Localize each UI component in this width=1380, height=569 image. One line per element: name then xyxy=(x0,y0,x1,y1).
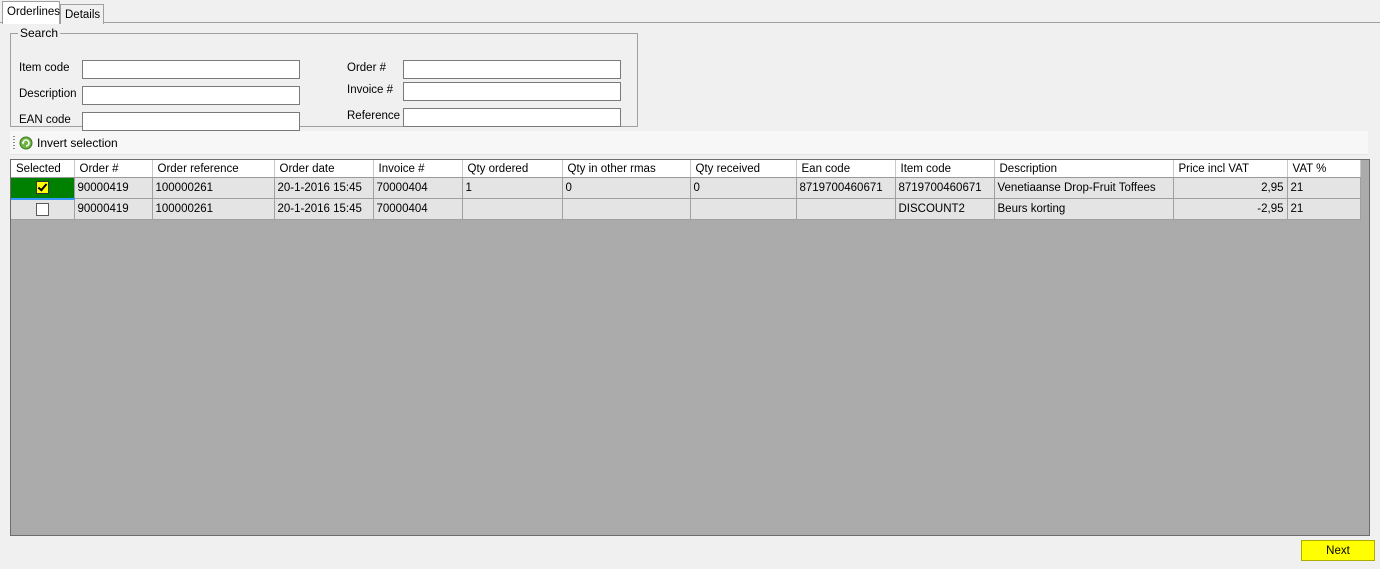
search-group: Search Item code Description EAN code Or… xyxy=(10,26,638,131)
qty-other-rmas-cell[interactable]: 0 xyxy=(562,177,691,199)
invoice-cell[interactable]: 70000404 xyxy=(373,198,463,220)
price-incl-vat-cell[interactable]: -2,95 xyxy=(1173,198,1288,220)
column-header-qty-received[interactable]: Qty received xyxy=(690,160,797,178)
order-number-label: Order # xyxy=(347,62,386,74)
tab-bar: Orderlines Details xyxy=(0,0,1380,24)
toolbar-grip[interactable] xyxy=(13,136,15,150)
description-cell[interactable]: Venetiaanse Drop-Fruit Toffees xyxy=(994,177,1174,199)
column-header-qty-ordered[interactable]: Qty ordered xyxy=(462,160,563,178)
search-legend: Search xyxy=(20,26,59,40)
invoice-number-input[interactable] xyxy=(403,82,621,101)
vat-cell[interactable]: 21 xyxy=(1287,177,1361,199)
invert-selection-icon xyxy=(19,136,33,150)
selected-cell[interactable] xyxy=(11,198,75,220)
order-number-input[interactable] xyxy=(403,60,621,79)
qty-received-cell[interactable] xyxy=(690,198,797,220)
next-button[interactable]: Next xyxy=(1301,540,1375,561)
orderlines-table: Selected Order # Order reference Order d… xyxy=(11,160,1361,220)
order-cell[interactable]: 90000419 xyxy=(74,198,153,220)
order-cell[interactable]: 90000419 xyxy=(74,177,153,199)
column-header-order-reference[interactable]: Order reference xyxy=(152,160,275,178)
column-header-qty-other-rmas[interactable]: Qty in other rmas xyxy=(562,160,691,178)
column-header-order[interactable]: Order # xyxy=(74,160,153,178)
table-header-row: Selected Order # Order reference Order d… xyxy=(11,160,1361,178)
row-checkbox[interactable] xyxy=(35,202,49,216)
tab-orderlines[interactable]: Orderlines xyxy=(2,1,60,24)
order-date-cell[interactable]: 20-1-2016 15:45 xyxy=(274,198,374,220)
invert-selection-label: Invert selection xyxy=(37,136,118,150)
ean-code-label: EAN code xyxy=(19,114,71,126)
item-code-cell[interactable]: 8719700460671 xyxy=(895,177,995,199)
column-header-ean-code[interactable]: Ean code xyxy=(796,160,896,178)
order-date-cell[interactable]: 20-1-2016 15:45 xyxy=(274,177,374,199)
item-code-label: Item code xyxy=(19,62,70,74)
tab-details[interactable]: Details xyxy=(60,4,104,24)
column-header-item-code[interactable]: Item code xyxy=(895,160,995,178)
description-cell[interactable]: Beurs korting xyxy=(994,198,1174,220)
column-header-vat[interactable]: VAT % xyxy=(1287,160,1361,178)
ean-code-input[interactable] xyxy=(82,112,300,131)
item-code-cell[interactable]: DISCOUNT2 xyxy=(895,198,995,220)
selected-cell[interactable] xyxy=(11,177,75,200)
vat-cell[interactable]: 21 xyxy=(1287,198,1361,220)
item-code-input[interactable] xyxy=(82,60,300,79)
ean-code-cell[interactable]: 8719700460671 xyxy=(796,177,896,199)
column-header-price-incl-vat[interactable]: Price incl VAT xyxy=(1173,160,1288,178)
reference-label: Reference xyxy=(347,110,401,122)
price-incl-vat-cell[interactable]: 2,95 xyxy=(1173,177,1288,199)
order-reference-cell[interactable]: 100000261 xyxy=(152,198,275,220)
table-row[interactable]: 90000419 100000261 20-1-2016 15:45 70000… xyxy=(11,198,1361,220)
description-label: Description xyxy=(19,88,77,100)
tab-divider xyxy=(0,22,1380,23)
invert-selection-button[interactable]: Invert selection xyxy=(19,134,118,152)
order-reference-cell[interactable]: 100000261 xyxy=(152,177,275,199)
invoice-number-label: Invoice # xyxy=(347,84,394,96)
qty-ordered-cell[interactable]: 1 xyxy=(462,177,563,199)
column-header-description[interactable]: Description xyxy=(994,160,1174,178)
qty-received-cell[interactable]: 0 xyxy=(690,177,797,199)
reference-input[interactable] xyxy=(403,108,621,127)
description-input[interactable] xyxy=(82,86,300,105)
column-header-invoice[interactable]: Invoice # xyxy=(373,160,463,178)
qty-other-rmas-cell[interactable] xyxy=(562,198,691,220)
orderlines-grid[interactable]: Selected Order # Order reference Order d… xyxy=(10,159,1370,536)
row-checkbox[interactable] xyxy=(35,181,49,195)
toolbar: Invert selection xyxy=(10,131,1368,155)
qty-ordered-cell[interactable] xyxy=(462,198,563,220)
table-row[interactable]: 90000419 100000261 20-1-2016 15:45 70000… xyxy=(11,177,1361,200)
column-header-selected[interactable]: Selected xyxy=(11,160,75,178)
invoice-cell[interactable]: 70000404 xyxy=(373,177,463,199)
ean-code-cell[interactable] xyxy=(796,198,896,220)
column-header-order-date[interactable]: Order date xyxy=(274,160,374,178)
